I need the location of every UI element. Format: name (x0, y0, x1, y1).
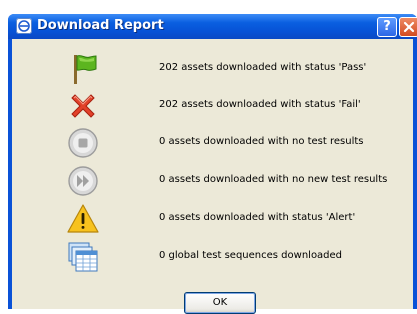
dialog-body: 202 assets downloaded with status 'Pass'… (12, 39, 413, 314)
stop-circle-icon (66, 126, 100, 160)
dialog-title: Download Report (37, 18, 164, 33)
row-label: 0 assets downloaded with no test results (159, 136, 364, 147)
row-fail: 202 assets downloaded with status 'Fail' (12, 87, 413, 125)
row-no-new-results: 0 assets downloaded with no new test res… (12, 162, 413, 200)
fast-forward-circle-icon (66, 164, 100, 198)
row-label: 0 assets downloaded with no new test res… (159, 174, 388, 185)
row-pass: 202 assets downloaded with status 'Pass' (12, 50, 413, 88)
warning-triangle-icon (66, 202, 100, 236)
close-icon (403, 21, 415, 33)
close-button[interactable] (399, 17, 417, 37)
ok-button[interactable]: OK (184, 292, 256, 314)
download-report-dialog: Download Report ? 202 assets downloaded … (8, 14, 417, 314)
row-label: 202 assets downloaded with status 'Pass' (159, 62, 367, 73)
red-x-icon (66, 89, 100, 123)
row-label: 202 assets downloaded with status 'Fail' (159, 99, 361, 110)
row-alert: 0 assets downloaded with status 'Alert' (12, 200, 413, 238)
row-label: 0 global test sequences downloaded (159, 250, 343, 261)
green-flag-icon (66, 52, 100, 86)
title-bar[interactable]: Download Report ? (8, 14, 417, 39)
help-button[interactable]: ? (377, 17, 397, 37)
app-logo-icon (16, 18, 32, 34)
row-global-sequences: 0 global test sequences downloaded (12, 238, 413, 276)
row-label: 0 assets downloaded with status 'Alert' (159, 212, 356, 223)
test-sequences-icon (66, 240, 100, 274)
row-no-results: 0 assets downloaded with no test results (12, 124, 413, 162)
